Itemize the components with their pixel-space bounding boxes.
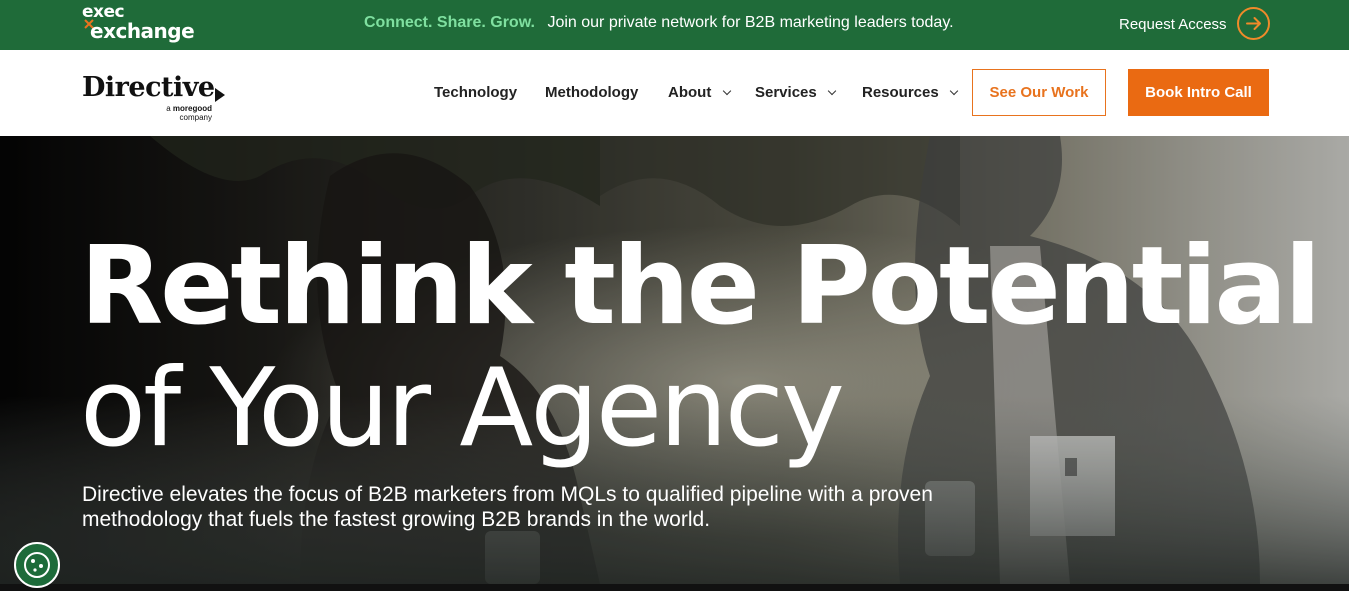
nav-label: Technology <box>434 84 518 101</box>
promo-banner: exec exchange Connect. Share. Grow. Join… <box>0 0 1349 50</box>
nav-item-services[interactable]: Services <box>755 84 837 101</box>
brand-sub-name: moregood <box>172 104 212 113</box>
hero-title-line2: of Your Agency <box>80 346 845 471</box>
nav-label: Services <box>755 84 817 101</box>
brand-wordmark: Directive <box>82 72 215 103</box>
promo-text: Join our private network for B2B marketi… <box>547 14 954 31</box>
cookie-icon <box>24 552 50 578</box>
brand-sub-suffix: company <box>179 113 212 122</box>
request-access-link[interactable]: Request Access <box>1119 16 1227 33</box>
chevron-down-icon <box>722 86 731 96</box>
hero-title-line1: Rethink the Potential <box>80 224 1321 349</box>
hero-lead-text: Directive elevates the focus of B2B mark… <box>82 483 933 531</box>
request-access-button[interactable] <box>1237 7 1270 40</box>
nav-item-resources[interactable]: Resources <box>862 84 959 101</box>
nav-label: Resources <box>862 84 939 101</box>
see-our-work-button[interactable]: See Our Work <box>972 69 1106 116</box>
arrow-right-circle-icon <box>1246 17 1261 30</box>
nav-label: Methodology <box>545 84 639 101</box>
logo-line2: exchange <box>90 19 195 43</box>
brand-subline: a moregood company <box>157 104 212 122</box>
chevron-down-icon <box>949 86 959 96</box>
hero-section: Rethink the Potential of Your Agency Dir… <box>0 136 1349 584</box>
book-intro-call-button[interactable]: Book Intro Call <box>1128 69 1269 116</box>
main-nav: Directive a moregood company Technology … <box>0 50 1349 136</box>
chevron-down-icon <box>827 86 837 96</box>
brand-arrow-icon <box>215 88 225 102</box>
nav-label: About <box>668 84 712 101</box>
nav-item-about[interactable]: About <box>668 84 731 101</box>
nav-item-methodology[interactable]: Methodology <box>545 84 638 101</box>
directive-logo[interactable]: Directive a moregood company <box>82 72 232 124</box>
brand-sub-prefix: a <box>166 104 171 113</box>
promo-accent: Connect. Share. Grow. <box>364 14 535 31</box>
exec-exchange-logo[interactable]: exec exchange <box>82 2 197 44</box>
nav-item-technology[interactable]: Technology <box>434 84 517 101</box>
promo-message: Connect. Share. Grow. Join our private n… <box>364 14 954 32</box>
cookie-settings-button[interactable] <box>14 542 60 588</box>
